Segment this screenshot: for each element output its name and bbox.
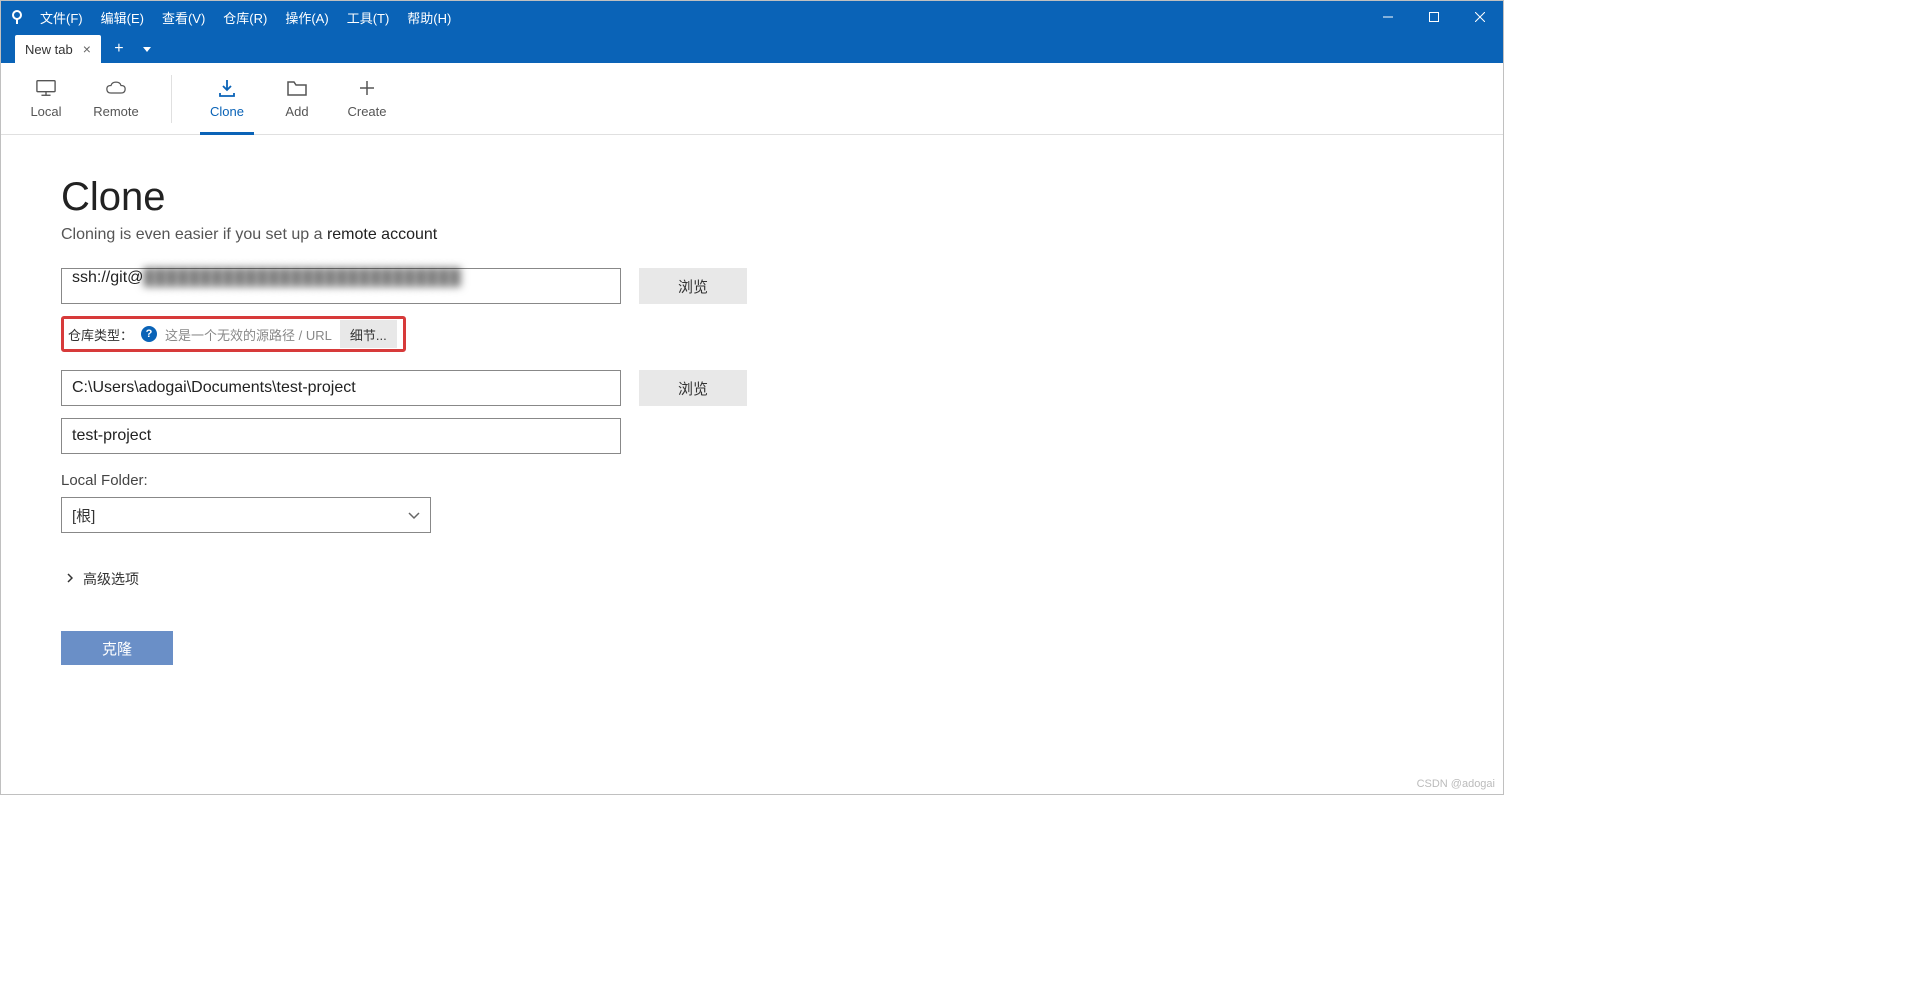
repo-type-label: 仓库类型： [68,325,133,344]
local-folder-label: Local Folder: [61,472,1443,489]
details-button[interactable]: 细节... [340,320,397,348]
info-icon: ? [141,326,157,342]
tab-new[interactable]: New tab × [15,35,101,63]
toolbar-create-label: Create [347,104,386,119]
toolbar-local[interactable]: Local [11,63,81,135]
toolbar-create[interactable]: Create [332,63,402,135]
tab-dropdown-icon[interactable] [133,35,161,63]
menu-edit[interactable]: 编辑(E) [92,1,153,33]
toolbar-local-label: Local [30,104,61,119]
clone-button[interactable]: 克隆 [61,631,173,665]
download-icon [217,78,237,98]
local-folder-select[interactable]: [根] [61,497,431,533]
advanced-options-toggle[interactable]: 高级选项 [67,569,1443,589]
plus-icon [357,78,377,98]
chevron-down-icon [408,507,420,524]
browse-source-button[interactable]: 浏览 [639,268,747,304]
watermark: CSDN @adogai [1417,778,1495,790]
source-url-input[interactable]: ssh://git@████████████████████████████ [61,268,621,304]
menu-actions[interactable]: 操作(A) [276,1,337,33]
close-button[interactable] [1457,1,1503,33]
app-icon [3,9,31,25]
destination-path-input[interactable] [61,370,621,406]
menu-file[interactable]: 文件(F) [31,1,92,33]
toolbar-add[interactable]: Add [262,63,332,135]
minimize-button[interactable] [1365,1,1411,33]
toolbar-remote[interactable]: Remote [81,63,151,135]
menu-help[interactable]: 帮助(H) [398,1,460,33]
advanced-options-label: 高级选项 [83,569,139,589]
titlebar: 文件(F) 编辑(E) 查看(V) 仓库(R) 操作(A) 工具(T) 帮助(H… [1,1,1503,33]
tab-label: New tab [25,42,73,57]
toolbar-separator [171,75,172,123]
toolbar-clone-label: Clone [210,104,244,119]
tabbar: New tab × + [1,33,1503,63]
toolbar-clone[interactable]: Clone [192,63,262,135]
remote-account-link[interactable]: remote account [327,226,437,243]
toolbar: Local Remote Clone Add Create [1,63,1503,135]
toolbar-remote-label: Remote [93,104,139,119]
menu-tools[interactable]: 工具(T) [338,1,399,33]
page-subtitle: Cloning is even easier if you set up a r… [61,226,1443,244]
page-title: Clone [61,175,1443,220]
app-window: 文件(F) 编辑(E) 查看(V) 仓库(R) 操作(A) 工具(T) 帮助(H… [0,0,1504,795]
name-input[interactable] [61,418,621,454]
toolbar-add-label: Add [285,104,308,119]
tab-close-icon[interactable]: × [83,41,91,57]
repo-type-warning: 仓库类型： ? 这是一个无效的源路径 / URL 细节... [61,316,406,352]
repo-type-message: 这是一个无效的源路径 / URL [165,325,332,344]
content-area: Clone Cloning is even easier if you set … [1,135,1503,794]
maximize-button[interactable] [1411,1,1457,33]
browse-destination-button[interactable]: 浏览 [639,370,747,406]
chevron-right-icon [67,572,73,586]
folder-icon [287,78,307,98]
menu-view[interactable]: 查看(V) [153,1,214,33]
local-folder-value: [根] [72,505,95,526]
tab-add-button[interactable]: + [105,35,133,63]
menu-repo[interactable]: 仓库(R) [214,1,276,33]
monitor-icon [36,78,56,98]
cloud-icon [106,78,126,98]
